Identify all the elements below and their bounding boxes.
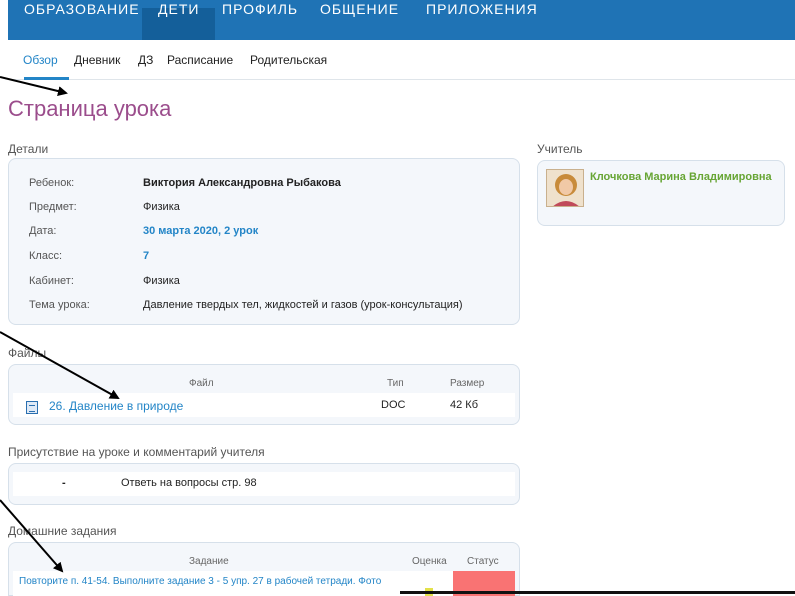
detail-label: Тема урока: [29, 299, 90, 311]
subnav-homework[interactable]: ДЗ [138, 53, 153, 67]
detail-value-class-link[interactable]: 7 [143, 250, 149, 262]
detail-value-date-link[interactable]: 30 марта 2020, 2 урок [143, 225, 258, 237]
details-section-title: Детали [8, 142, 49, 156]
file-type: DOC [381, 399, 406, 411]
attendance-section-title: Присутствие на уроке и комментарий учите… [8, 445, 265, 459]
homework-col-grade: Оценка [412, 556, 447, 567]
file-size: 42 Кб [450, 399, 478, 411]
teacher-comment: Ответь на вопросы стр. 98 [121, 477, 257, 489]
attendance-row: - Ответь на вопросы стр. 98 [13, 472, 515, 496]
detail-value-child: Виктория Александровна Рыбакова [143, 177, 341, 189]
subnav-parental[interactable]: Родительская [250, 53, 327, 67]
detail-label: Класс: [29, 250, 62, 262]
detail-label: Дата: [29, 225, 57, 237]
subnav-schedule[interactable]: Расписание [167, 53, 233, 67]
detail-value-subject: Физика [143, 201, 180, 213]
files-panel: Файл Тип Размер 26. Давление в природе D… [8, 364, 520, 425]
teacher-panel: Клочкова Марина Владимировна [537, 160, 785, 226]
top-tab-communication[interactable]: ОБЩЕНИЕ [304, 1, 415, 40]
document-icon [26, 401, 38, 414]
files-section-title: Файлы [8, 346, 47, 360]
detail-value-topic: Давление твердых тел, жидкостей и газов … [143, 299, 463, 311]
subnav-overview[interactable]: Обзор [23, 53, 58, 67]
homework-panel: Задание Оценка Статус Повторите п. 41-54… [8, 542, 520, 596]
files-col-size: Размер [450, 378, 485, 389]
homework-task-link[interactable]: Повторите п. 41-54. Выполните задание 3 … [19, 576, 381, 587]
attendance-panel: - Ответь на вопросы стр. 98 [8, 463, 520, 505]
subnav-diary[interactable]: Дневник [74, 53, 120, 67]
teacher-name-link[interactable]: Клочкова Марина Владимировна [590, 171, 772, 183]
active-tab-underline [24, 77, 69, 80]
top-tab-children[interactable]: ДЕТИ [142, 1, 216, 40]
top-tab-apps[interactable]: ПРИЛОЖЕНИЯ [410, 1, 554, 40]
detail-label: Ребенок: [29, 177, 75, 189]
top-navigation: ОБРАЗОВАНИЕ ДЕТИ ПРОФИЛЬ ОБЩЕНИЕ ПРИЛОЖЕ… [8, 0, 795, 40]
file-row: 26. Давление в природе DOC 42 Кб [13, 393, 515, 417]
detail-value-room: Физика [143, 275, 180, 287]
top-tab-education[interactable]: ОБРАЗОВАНИЕ [8, 1, 156, 40]
teacher-avatar[interactable] [546, 169, 584, 207]
files-col-file: Файл [189, 378, 214, 389]
detail-label: Предмет: [29, 201, 77, 213]
page-title: Страница урока [8, 96, 172, 121]
teacher-section-title: Учитель [537, 142, 583, 156]
files-col-type: Тип [387, 378, 404, 389]
details-panel: Ребенок: Виктория Александровна Рыбакова… [8, 158, 520, 325]
attendance-mark: - [62, 477, 66, 489]
teacher-photo-icon [547, 170, 583, 206]
bottom-rule [400, 591, 795, 594]
top-tab-profile[interactable]: ПРОФИЛЬ [206, 1, 314, 40]
homework-col-status: Статус [467, 556, 499, 567]
homework-col-task: Задание [189, 556, 229, 567]
sub-navigation: Обзор Дневник ДЗ Расписание Родительская [8, 40, 795, 80]
homework-section-title: Домашние задания [8, 524, 117, 538]
file-link[interactable]: 26. Давление в природе [49, 399, 183, 413]
detail-label: Кабинет: [29, 275, 74, 287]
